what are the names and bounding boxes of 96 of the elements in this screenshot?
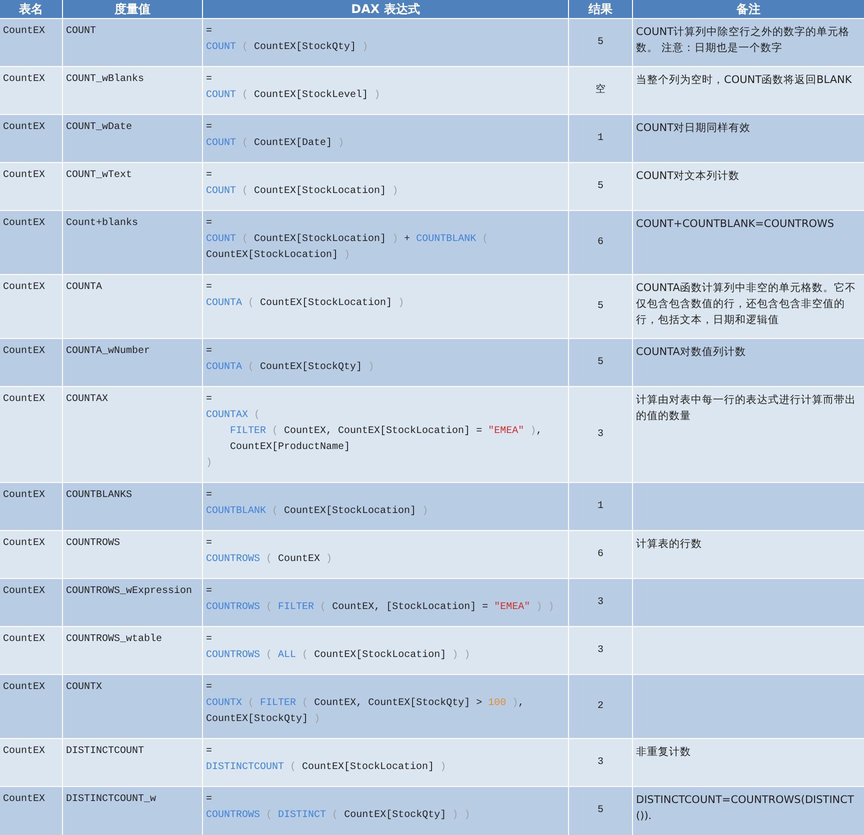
result-cell: 6 <box>569 211 632 274</box>
note-cell: COUNT+COUNTBLANK=COUNTROWS <box>633 211 864 274</box>
table-cell: CountEX <box>0 787 62 835</box>
code-line: = <box>206 25 212 39</box>
table-cell: DISTINCTCOUNT <box>63 739 202 786</box>
result-cell: 5 <box>569 275 632 338</box>
table-cell: Count+blanks <box>63 211 202 274</box>
code-line: COUNT ( CountEX[Date] ) <box>206 136 344 151</box>
table-cell: COUNT_wText <box>63 163 202 210</box>
code-line: COUNT ( CountEX[StockLocation] ) <box>206 184 398 199</box>
code-line: = <box>206 681 212 695</box>
note-cell: COUNTA函数计算列中非空的单元格数。它不仅包含包含数值的行，还包含包含非空值的行，包括文本，日期和逻辑值 <box>633 275 864 338</box>
code-line: COUNT ( CountEX[StockLevel] ) <box>206 88 380 103</box>
result-cell: 1 <box>569 483 632 530</box>
code-line: COUNTROWS ( FILTER ( CountEX, [StockLocation] = "EMEA" ) ) <box>206 600 554 615</box>
note-cell: DISTINCTCOUNT=COUNTROWS(DISTINCT()). <box>633 787 864 835</box>
code-line: FILTER ( CountEX, CountEX[StockLocation] = "EMEA" ), <box>229 424 542 439</box>
note-cell: COUNTA对数值列计数 <box>633 339 864 386</box>
table-cell: CountEX <box>0 483 62 530</box>
code-line: = <box>206 745 212 759</box>
code-line: CountEX[ProductName] <box>229 440 350 455</box>
table-cell: COUNTROWS_wExpression <box>63 579 202 626</box>
code-line: = <box>206 793 212 807</box>
code-line: = <box>206 121 212 135</box>
table-cell: DISTINCTCOUNT_w <box>63 787 202 835</box>
code-line: COUNTX ( FILTER ( CountEX, CountEX[StockQty] > 100 ), <box>206 696 524 711</box>
result-cell: 5 <box>569 787 632 835</box>
result-cell: 3 <box>569 387 632 482</box>
note-cell: COUNT对文本列计数 <box>633 163 864 210</box>
table-cell: COUNT_wDate <box>63 115 202 162</box>
result-cell: 空 <box>569 67 632 114</box>
code-line: CountEX[StockLocation] ) <box>206 248 350 263</box>
note-cell: 计算由对表中每一行的表达式进行计算而带出的值的数量 <box>633 387 864 482</box>
result-cell: 1 <box>569 115 632 162</box>
table-cell: COUNTROWS_wtable <box>63 627 202 674</box>
table-cell: CountEX <box>0 19 62 66</box>
table-cell: CountEX <box>0 739 62 786</box>
code-line: = <box>206 281 212 295</box>
code-line: COUNTBLANK ( CountEX[StockLocation] ) <box>206 504 428 519</box>
table-cell: CountEX <box>0 211 62 274</box>
result-cell: 5 <box>569 19 632 66</box>
result-cell: 2 <box>569 675 632 738</box>
table-cell: CountEX <box>0 275 62 338</box>
result-cell: 5 <box>569 163 632 210</box>
code-line: COUNTA ( CountEX[StockQty] ) <box>206 360 374 375</box>
table-cell: CountEX <box>0 627 62 674</box>
header-cell: 度量值 <box>63 0 202 18</box>
note-cell: 计算表的行数 <box>633 531 864 578</box>
table-cell: COUNTA_wNumber <box>63 339 202 386</box>
note-cell: 当整个列为空时，COUNT函数将返回BLANK <box>633 67 864 114</box>
code-line: = <box>206 585 212 599</box>
code-line: COUNTAX ( <box>206 408 260 423</box>
result-cell: 5 <box>569 339 632 386</box>
code-line: = <box>206 633 212 647</box>
code-line: = <box>206 345 212 359</box>
code-line: = <box>206 169 212 183</box>
table-cell: COUNTAX <box>63 387 202 482</box>
header-cell: 表名 <box>0 0 62 18</box>
table-cell: CountEX <box>0 115 62 162</box>
header-cell: 备注 <box>633 0 864 18</box>
code-line: ) <box>206 456 212 471</box>
table-cell: COUNT <box>63 19 202 66</box>
code-line: = <box>206 393 212 407</box>
header-cell: 结果 <box>569 0 632 18</box>
header-cell: DAX 表达式 <box>203 0 568 18</box>
table-cell: CountEX <box>0 387 62 482</box>
code-line: COUNTROWS ( ALL ( CountEX[StockLocation] ) ) <box>206 648 470 663</box>
code-line: COUNT ( CountEX[StockQty] ) <box>206 40 368 55</box>
code-line: = <box>206 489 212 503</box>
result-cell: 3 <box>569 739 632 786</box>
code-line: COUNTROWS ( CountEX ) <box>206 552 332 567</box>
code-line: CountEX[StockQty] ) <box>206 712 320 727</box>
table-cell: COUNTROWS <box>63 531 202 578</box>
note-cell: 非重复计数 <box>633 739 864 786</box>
note-cell: COUNT计算列中除空行之外的数字的单元格数。 注意：日期也是一个数字 <box>633 19 864 66</box>
code-line: = <box>206 537 212 551</box>
table-cell: CountEX <box>0 163 62 210</box>
table-cell: CountEX <box>0 579 62 626</box>
table-cell: COUNTA <box>63 275 202 338</box>
table-cell: COUNT_wBlanks <box>63 67 202 114</box>
table-cell: COUNTBLANKS <box>63 483 202 530</box>
result-cell: 3 <box>569 579 632 626</box>
code-line: COUNTA ( CountEX[StockLocation] ) <box>206 296 404 311</box>
code-line: COUNTROWS ( DISTINCT ( CountEX[StockQty] ) ) <box>206 808 470 823</box>
note-cell: COUNT对日期同样有效 <box>633 115 864 162</box>
code-line: = <box>206 217 212 231</box>
code-line: COUNT ( CountEX[StockLocation] ) + COUNTBLANK ( <box>206 232 488 247</box>
result-cell: 6 <box>569 531 632 578</box>
table-cell: CountEX <box>0 67 62 114</box>
code-line: DISTINCTCOUNT ( CountEX[StockLocation] ) <box>206 760 446 775</box>
table-cell: CountEX <box>0 531 62 578</box>
table-cell: COUNTX <box>63 675 202 738</box>
table-cell: CountEX <box>0 675 62 738</box>
table-cell: CountEX <box>0 339 62 386</box>
result-cell: 3 <box>569 627 632 674</box>
code-line: = <box>206 73 212 87</box>
